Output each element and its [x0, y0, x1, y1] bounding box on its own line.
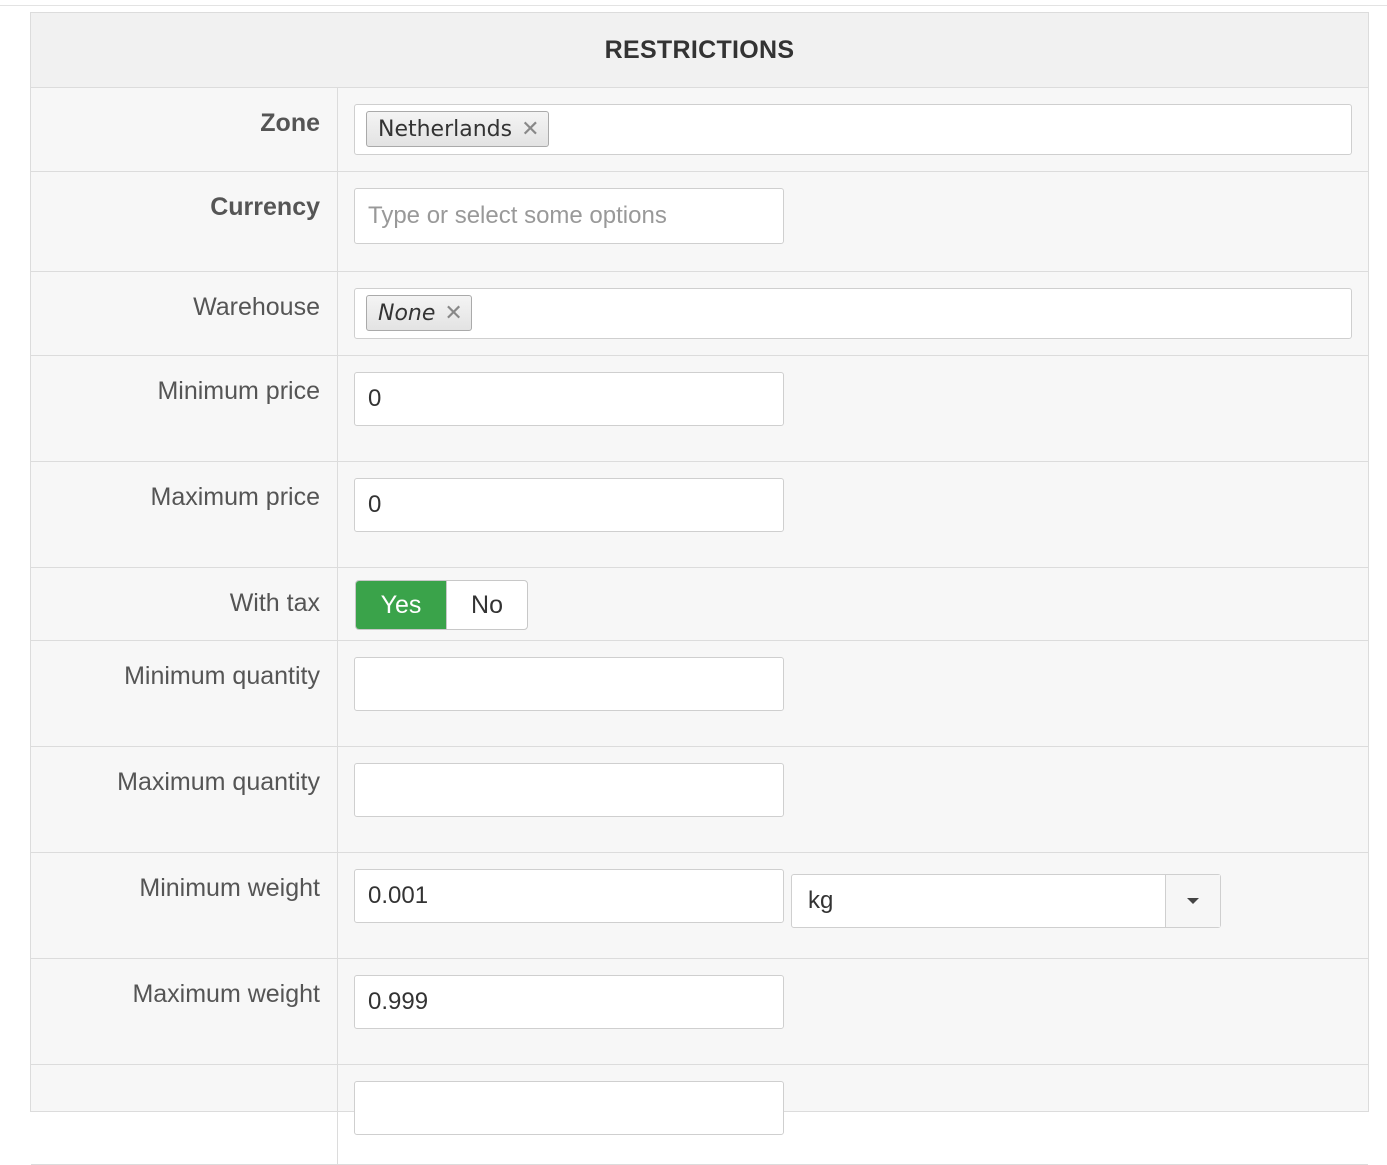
warehouse-label: Warehouse [31, 272, 338, 355]
with-tax-no-option[interactable]: No [446, 581, 527, 629]
close-icon[interactable]: ✕ [521, 117, 539, 142]
max-weight-label: Maximum weight [31, 959, 338, 1064]
min-weight-value: 0.001 [368, 882, 429, 909]
with-tax-field: Yes No [338, 568, 1368, 640]
max-quantity-label: Maximum quantity [31, 747, 338, 852]
close-icon[interactable]: ✕ [444, 301, 462, 326]
row-max-price: Maximum price 0 [31, 462, 1368, 568]
restrictions-panel: RESTRICTIONS Zone Netherlands ✕ Currency… [30, 12, 1369, 1165]
weight-unit-toggle[interactable] [1165, 875, 1220, 927]
with-tax-switch[interactable]: Yes No [355, 580, 528, 630]
currency-input[interactable]: Type or select some options [354, 188, 784, 244]
warehouse-multiselect[interactable]: None ✕ [354, 288, 1352, 339]
min-quantity-field [338, 641, 1368, 746]
next-row-input[interactable] [354, 1081, 784, 1135]
with-tax-label: With tax [31, 568, 338, 640]
max-weight-value: 0.999 [368, 988, 429, 1015]
max-quantity-input[interactable] [354, 763, 784, 817]
max-weight-input[interactable]: 0.999 [354, 975, 784, 1029]
min-weight-label: Minimum weight [31, 853, 338, 958]
max-price-input[interactable]: 0 [354, 478, 784, 532]
max-price-field: 0 [338, 462, 1368, 567]
row-max-quantity: Maximum quantity [31, 747, 1368, 853]
zone-multiselect[interactable]: Netherlands ✕ [354, 104, 1352, 155]
row-with-tax: With tax Yes No [31, 568, 1368, 641]
min-quantity-label: Minimum quantity [31, 641, 338, 746]
min-weight-field: 0.001 kg [338, 853, 1368, 958]
zone-tag-label: Netherlands [378, 116, 513, 142]
with-tax-yes-option[interactable]: Yes [356, 581, 446, 629]
row-warehouse: Warehouse None ✕ [31, 272, 1368, 356]
row-currency: Currency Type or select some options [31, 172, 1368, 272]
min-price-value: 0 [368, 385, 382, 412]
weight-unit-value: kg [808, 887, 834, 914]
currency-field: Type or select some options [338, 172, 1368, 271]
max-weight-field: 0.999 [338, 959, 1368, 1064]
zone-field: Netherlands ✕ [338, 88, 1368, 171]
warehouse-tag: None ✕ [366, 295, 472, 331]
row-min-price: Minimum price 0 [31, 356, 1368, 462]
row-max-weight: Maximum weight 0.999 [31, 959, 1368, 1065]
min-price-label: Minimum price [31, 356, 338, 461]
currency-placeholder: Type or select some options [368, 202, 667, 229]
max-price-value: 0 [368, 491, 382, 518]
min-price-input[interactable]: 0 [354, 372, 784, 426]
min-quantity-input[interactable] [354, 657, 784, 711]
row-min-weight: Minimum weight 0.001 kg [31, 853, 1368, 959]
warehouse-tag-label: None [378, 300, 436, 326]
row-zone: Zone Netherlands ✕ [31, 88, 1368, 172]
row-min-quantity: Minimum quantity [31, 641, 1368, 747]
zone-label: Zone [31, 88, 338, 171]
min-price-field: 0 [338, 356, 1368, 461]
caret-down-icon [1187, 898, 1199, 904]
min-weight-input[interactable]: 0.001 [354, 869, 784, 923]
warehouse-field: None ✕ [338, 272, 1368, 355]
max-quantity-field [338, 747, 1368, 852]
row-next [31, 1065, 1368, 1165]
currency-label: Currency [31, 172, 338, 271]
panel-title: RESTRICTIONS [31, 13, 1368, 88]
top-border [0, 0, 1387, 6]
zone-tag: Netherlands ✕ [366, 111, 549, 147]
max-price-label: Maximum price [31, 462, 338, 567]
weight-unit-select[interactable]: kg [791, 874, 1221, 928]
